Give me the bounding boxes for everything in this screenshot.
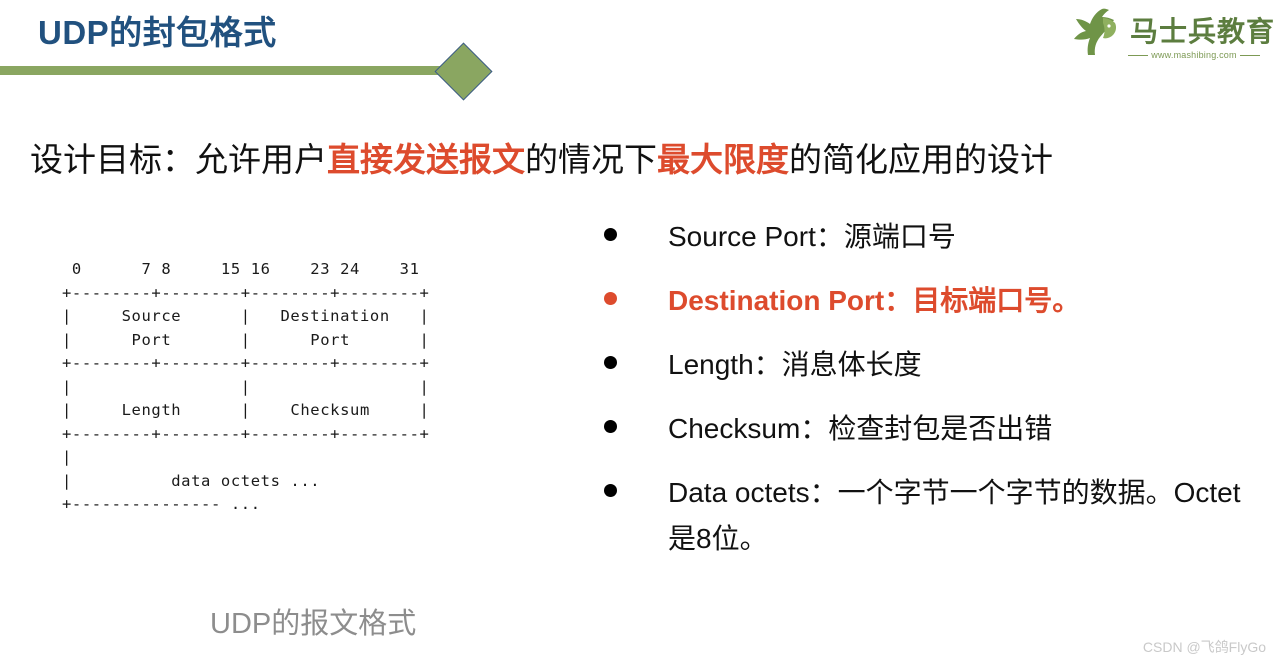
bullet-dot-icon — [604, 228, 617, 241]
diagram-caption: UDP的报文格式 — [210, 608, 417, 640]
accent-diamond — [434, 42, 493, 101]
lead-part-2: 的情况下 — [525, 141, 657, 178]
logo-url-row: www.mashibing.com — [1128, 50, 1260, 60]
design-goal-statement: 设计目标：允许用户直接发送报文的情况下最大限度的简化应用的设计 — [30, 133, 1053, 181]
list-item: Data octets：一个字节一个字节的数据。Octet是8位。 — [604, 470, 1252, 562]
udp-packet-diagram: 0 7 8 15 16 23 24 31 +--------+--------+… — [62, 258, 439, 517]
bullet-dot-icon — [604, 292, 617, 305]
logo-rule-right — [1239, 54, 1260, 56]
list-item: Destination Port：目标端口号。 — [604, 278, 1252, 324]
bullet-checksum: Checksum：检查封包是否出错 — [668, 413, 1053, 444]
logo-rule-left — [1128, 54, 1149, 56]
watermark: CSDN @飞鸽FlyGo — [1142, 639, 1266, 655]
lead-highlight-1: 直接发送报文 — [327, 141, 525, 178]
list-item: Checksum：检查封包是否出错 — [604, 406, 1252, 452]
bullet-source-port: Source Port：源端口号 — [668, 221, 956, 252]
page-title: UDP的封包格式 — [38, 14, 277, 51]
accent-bar — [0, 66, 462, 75]
bullet-dot-icon — [604, 356, 617, 369]
lead-part-1: 设计目标：允许用户 — [30, 141, 327, 178]
field-description-list: Source Port：源端口号 Destination Port：目标端口号。… — [604, 214, 1252, 580]
logo-name: 马士兵教育 — [1130, 16, 1276, 47]
bullet-dot-icon — [604, 420, 617, 433]
bullet-length: Length：消息体长度 — [668, 349, 922, 380]
list-item: Source Port：源端口号 — [604, 214, 1252, 260]
horse-head-icon — [1074, 8, 1117, 56]
brand-logo: 马士兵教育 www.mashibing.com — [1068, 4, 1274, 74]
bullet-dot-icon — [604, 484, 617, 497]
lead-highlight-2: 最大限度 — [657, 141, 789, 178]
logo-url: www.mashibing.com — [1151, 50, 1237, 60]
udp-packet-ascii: 0 7 8 15 16 23 24 31 +--------+--------+… — [62, 260, 430, 513]
lead-part-3: 的简化应用的设计 — [789, 141, 1053, 178]
bullet-destination-port: Destination Port：目标端口号。 — [668, 285, 1081, 316]
bullet-data-octets: Data octets：一个字节一个字节的数据。Octet是8位。 — [668, 477, 1241, 554]
slide: UDP的封包格式 马士兵教育 www.mashibing.com 设计目标：允许… — [0, 0, 1280, 665]
list-item: Length：消息体长度 — [604, 342, 1252, 388]
